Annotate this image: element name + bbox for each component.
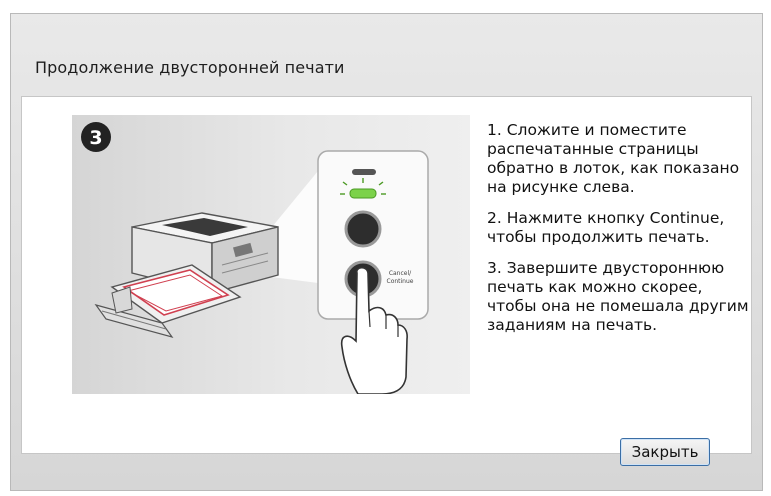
button-caption-line2: Continue — [387, 278, 414, 285]
dialog-content-panel: 3 Cancel/ Continue 1. Сложите и поместит… — [21, 96, 752, 454]
instruction-step-2: 2. Нажмите кнопку Continue, чтобы продол… — [487, 209, 725, 246]
close-button[interactable]: Закрыть — [620, 438, 710, 466]
instructions-text: 1. Сложите и поместите распечатанные стр… — [487, 121, 749, 347]
instruction-step-3: 3. Завершите двустороннюю печать как мож… — [487, 259, 749, 334]
ready-led — [349, 188, 377, 199]
power-button — [344, 210, 382, 248]
status-led — [352, 169, 376, 175]
instruction-step-1: 1. Сложите и поместите распечатанные стр… — [487, 121, 740, 196]
printer-illustration-graphic: 3 Cancel/ Continue — [81, 122, 429, 394]
dialog-title: Продолжение двусторонней печати — [35, 58, 345, 77]
step-number: 3 — [89, 127, 102, 149]
control-panel-callout: Cancel/ Continue — [317, 150, 429, 394]
duplex-print-dialog: Продолжение двусторонней печати 3 Cancel… — [10, 13, 763, 491]
printer-icon — [94, 212, 279, 339]
duplex-illustration: 3 Cancel/ Continue — [72, 115, 470, 394]
button-caption-line1: Cancel/ — [389, 270, 412, 277]
